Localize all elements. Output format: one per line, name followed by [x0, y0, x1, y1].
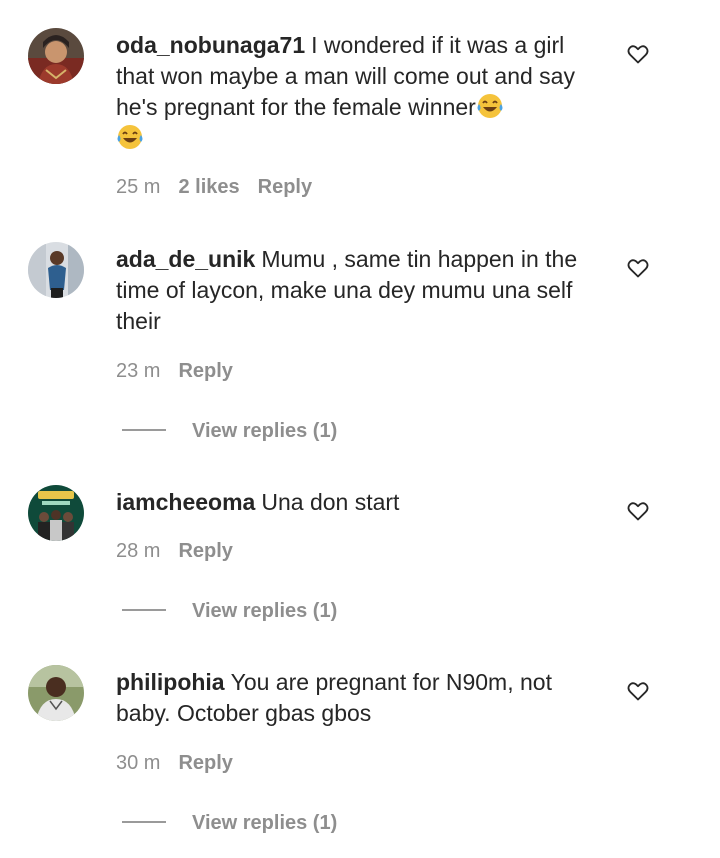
face-with-tears-of-joy-icon	[116, 123, 144, 151]
comment-username[interactable]: oda_nobunaga71	[116, 32, 305, 58]
comment-meta: 30 m Reply	[116, 751, 251, 775]
avatar[interactable]	[28, 665, 84, 721]
comment-timestamp: 25 m	[116, 176, 161, 198]
comment-text: iamcheeoma Una don start	[116, 487, 606, 518]
comment-text: oda_nobunaga71 I wondered if it was a gir…	[116, 30, 606, 154]
avatar[interactable]	[28, 485, 84, 541]
comment-text: ada_de_unik Mumu , same tin happen in the…	[116, 244, 606, 337]
reply-button[interactable]: Reply	[178, 751, 232, 775]
face-with-tears-of-joy-icon	[476, 92, 504, 120]
comment-item: philipohia You are pregnant for N90m, not…	[0, 665, 720, 845]
heart-outline-icon[interactable]	[626, 679, 650, 703]
comment-item: iamcheeoma Una don start 28 m Reply View r…	[0, 485, 720, 635]
comment-item: oda_nobunaga71 I wondered if it was a gir…	[0, 28, 720, 218]
comment-username[interactable]: philipohia	[116, 669, 225, 695]
reply-thread-line	[122, 428, 166, 431]
reply-button[interactable]: Reply	[178, 539, 232, 563]
comment-timestamp: 28 m	[116, 540, 161, 562]
comment-username[interactable]: iamcheeoma	[116, 489, 255, 515]
view-replies-button[interactable]: View replies (1)	[122, 599, 337, 623]
comment-text: philipohia You are pregnant for N90m, not…	[116, 667, 606, 729]
comment-meta: 25 m 2 likes Reply	[116, 175, 330, 199]
comment-timestamp: 30 m	[116, 752, 161, 774]
comment-meta: 23 m Reply	[116, 359, 251, 383]
view-replies-label: View replies (1)	[192, 812, 338, 834]
likes-count[interactable]: 2 likes	[178, 175, 239, 199]
comment-timestamp: 23 m	[116, 360, 161, 382]
comment-username[interactable]: ada_de_unik	[116, 246, 255, 272]
heart-outline-icon[interactable]	[626, 42, 650, 66]
comment-body: Una don start	[261, 489, 400, 515]
heart-outline-icon[interactable]	[626, 499, 650, 523]
view-replies-label: View replies (1)	[192, 420, 338, 442]
reply-button[interactable]: Reply	[258, 175, 312, 199]
reply-button[interactable]: Reply	[178, 359, 232, 383]
reply-thread-line	[122, 608, 166, 611]
avatar[interactable]	[28, 242, 84, 298]
view-replies-label: View replies (1)	[192, 600, 338, 622]
view-replies-button[interactable]: View replies (1)	[122, 419, 337, 443]
comment-item: ada_de_unik Mumu , same tin happen in the…	[0, 242, 720, 452]
heart-outline-icon[interactable]	[626, 256, 650, 280]
avatar[interactable]	[28, 28, 84, 84]
view-replies-button[interactable]: View replies (1)	[122, 811, 337, 835]
reply-thread-line	[122, 820, 166, 823]
comment-meta: 28 m Reply	[116, 539, 251, 563]
